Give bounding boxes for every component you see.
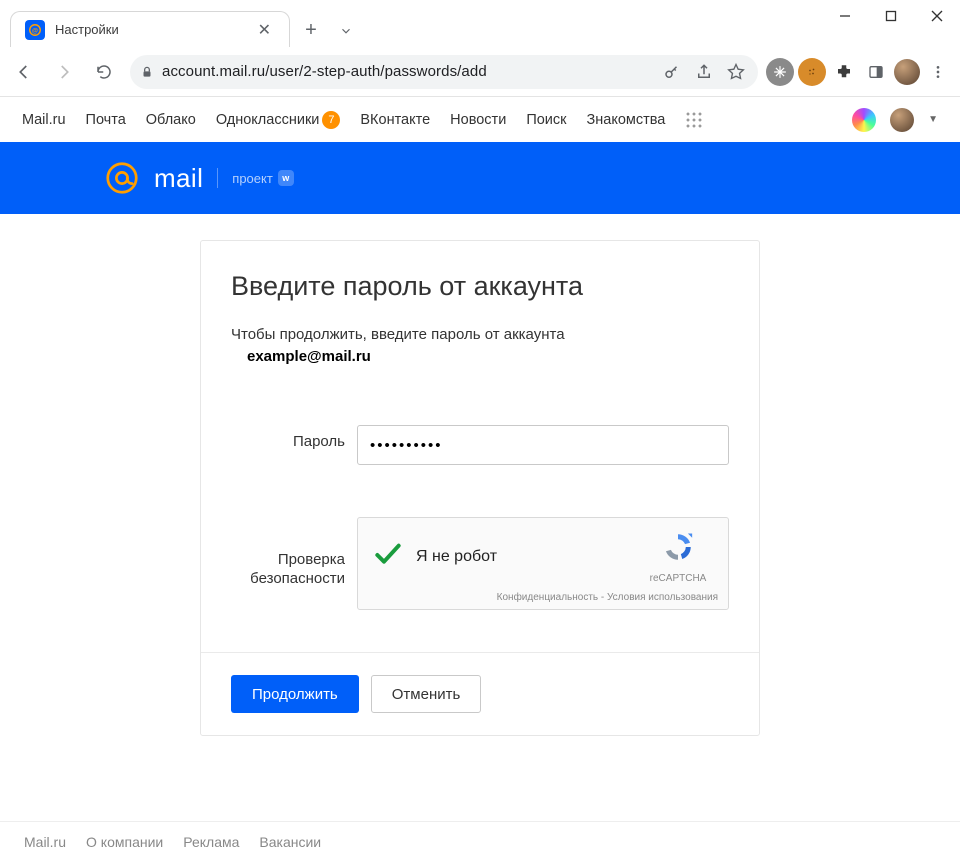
svg-text:@: @ [32,27,38,34]
recaptcha-icon [661,530,695,564]
card-hint: Чтобы продолжить, введите пароль от акка… [231,324,729,345]
footer-mailru[interactable]: Mail.ru [24,834,66,850]
footer-ads[interactable]: Реклама [183,834,239,850]
side-panel-icon[interactable] [862,58,890,86]
window-controls [822,0,960,32]
submit-button[interactable]: Продолжить [231,675,359,713]
card-footer: Продолжить Отменить [201,652,759,735]
window-close-icon[interactable] [914,0,960,32]
apps-grid-icon[interactable] [685,111,703,129]
user-avatar[interactable] [890,108,914,132]
lock-icon [140,65,154,79]
recaptcha-logo: reCAPTCHA [638,530,718,584]
topnav-dating[interactable]: Знакомства [587,112,666,128]
checkmark-icon [372,539,404,576]
recaptcha-widget[interactable]: Я не робот reCAPTCHA [357,517,729,610]
url-text: account.mail.ru/user/2-step-auth/passwor… [162,63,652,80]
card-title: Введите пароль от аккаунта [231,271,729,302]
extensions-row [766,58,954,86]
reload-button[interactable] [86,54,122,90]
close-tab-icon[interactable]: ✕ [254,18,275,42]
topnav-search[interactable]: Поиск [526,112,566,128]
brand-name: mail [154,163,203,194]
page-footer: Mail.ru О компании Реклама Вакансии [0,821,960,861]
captcha-text: Я не робот [416,548,638,566]
topnav-mail[interactable]: Почта [86,112,126,128]
cancel-button[interactable]: Отменить [371,675,482,713]
browser-menu-icon[interactable] [924,58,952,86]
browser-titlebar: @ Настройки ✕ + [0,0,960,47]
extensions-menu-icon[interactable] [830,58,858,86]
tab-favicon: @ [25,20,45,40]
account-email: example@mail.ru [247,348,729,365]
site-top-nav: Mail.ru Почта Облако Одноклассники7 ВКон… [0,97,960,142]
browser-toolbar: account.mail.ru/user/2-step-auth/passwor… [0,47,960,97]
notification-badge: 7 [322,111,340,129]
footer-about[interactable]: О компании [86,834,163,850]
user-menu-caret-icon[interactable]: ▼ [928,114,938,125]
extension-1-icon[interactable] [766,58,794,86]
recaptcha-links: Конфиденциальность - Условия использован… [372,592,718,603]
forward-button[interactable] [46,54,82,90]
new-tab-button[interactable]: + [296,15,326,45]
brand-project: проект w [232,170,294,186]
address-bar[interactable]: account.mail.ru/user/2-step-auth/passwor… [130,55,758,89]
bookmark-icon[interactable] [724,63,748,81]
browser-tab[interactable]: @ Настройки ✕ [10,11,290,47]
password-card: Введите пароль от аккаунта Чтобы продолж… [200,240,760,736]
topnav-vk[interactable]: ВКонтакте [360,112,430,128]
footer-jobs[interactable]: Вакансии [259,834,321,850]
brand-header: mail проект w [0,142,960,214]
password-label: Пароль [231,425,357,450]
window-maximize-icon[interactable] [868,0,914,32]
extension-cookie-icon[interactable] [798,58,826,86]
security-check-label: Проверка безопасности [231,539,357,589]
page-content: Введите пароль от аккаунта Чтобы продолж… [0,214,960,756]
topnav-news[interactable]: Новости [450,112,506,128]
back-button[interactable] [6,54,42,90]
topnav-cloud[interactable]: Облако [146,112,196,128]
marusia-icon[interactable] [852,108,876,132]
share-icon[interactable] [692,63,716,81]
password-input[interactable] [357,425,729,465]
window-minimize-icon[interactable] [822,0,868,32]
profile-avatar[interactable] [894,59,920,85]
vk-badge-icon: w [278,170,294,186]
topnav-odnoklassniki[interactable]: Одноклассники7 [216,111,341,129]
tab-title: Настройки [55,22,244,37]
header-divider [217,168,218,188]
mail-at-logo-icon [104,160,140,196]
topnav-mailru[interactable]: Mail.ru [22,112,66,128]
key-icon[interactable] [660,63,684,81]
tab-overflow-icon[interactable] [326,15,366,47]
